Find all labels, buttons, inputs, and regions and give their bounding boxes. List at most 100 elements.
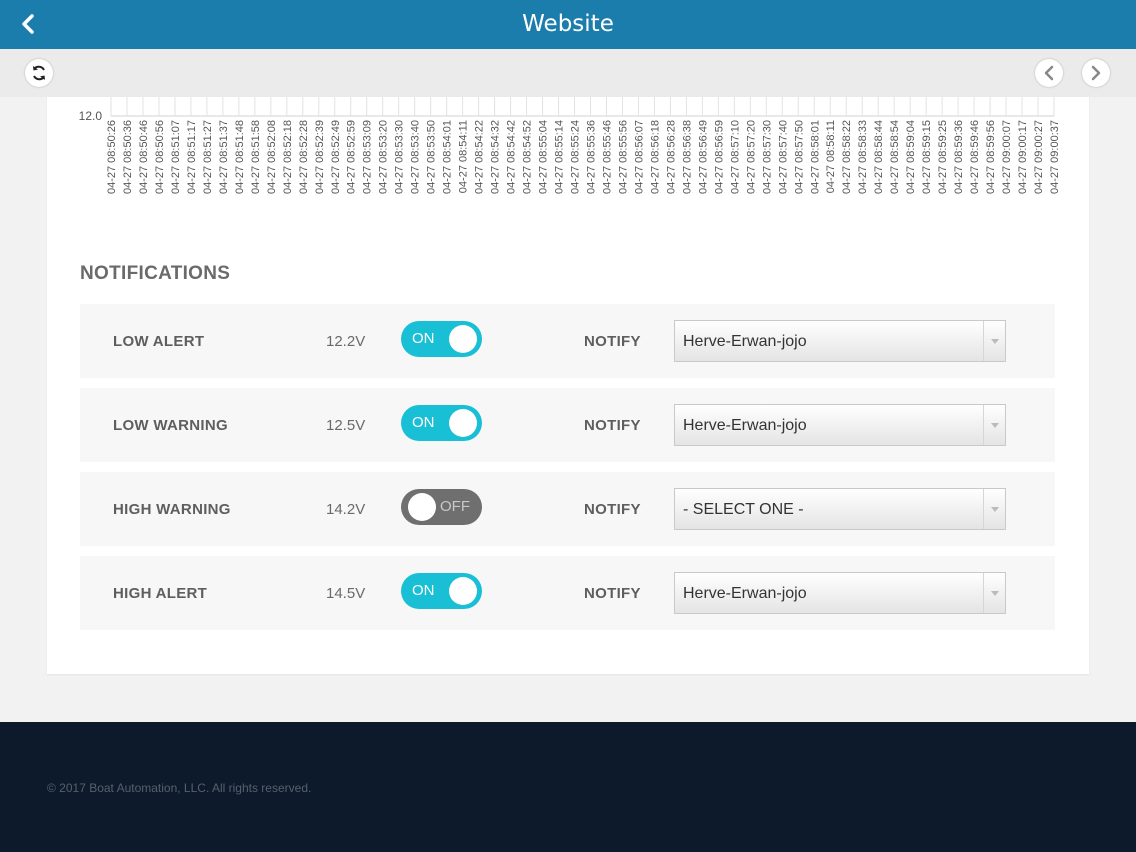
x-tick-label: 04-27 08:57:50 bbox=[793, 120, 805, 194]
x-tick-label: 04-27 08:53:50 bbox=[426, 120, 438, 194]
x-tick-label: 04-27 08:50:56 bbox=[154, 120, 166, 194]
notify-label: NOTIFY bbox=[584, 333, 641, 350]
toggle-label: ON bbox=[412, 414, 435, 431]
x-tick-label: 04-27 08:52:18 bbox=[282, 120, 294, 194]
row-voltage: 12.2V bbox=[326, 333, 366, 350]
next-button[interactable] bbox=[1082, 59, 1110, 87]
voltage-chart: 12.004-27 08:50:26 04-27 08:50:36 04-27 08… bbox=[79, 97, 1061, 194]
x-tick-label: 04-27 08:58:54 bbox=[889, 120, 901, 194]
x-tick-label: 04-27 08:55:36 bbox=[585, 120, 597, 194]
toggle-knob bbox=[449, 577, 477, 605]
select-value: Herve-Erwan-jojo bbox=[683, 417, 807, 434]
caret-down-icon bbox=[983, 573, 1005, 613]
x-tick-label: 04-27 08:58:33 bbox=[857, 120, 869, 194]
chevron-left-icon bbox=[1044, 65, 1054, 81]
x-tick-label: 04-27 09:00:37 bbox=[1049, 120, 1061, 194]
x-tick-label: 04-27 08:53:09 bbox=[362, 120, 374, 194]
previous-button[interactable] bbox=[1035, 59, 1063, 87]
x-tick-label: 04-27 08:59:25 bbox=[937, 120, 949, 194]
x-tick-label: 04-27 08:57:20 bbox=[745, 120, 757, 194]
chevron-right-icon bbox=[1091, 65, 1101, 81]
x-tick-label: 04-27 08:51:17 bbox=[186, 120, 198, 194]
x-tick-label: 04-27 08:53:20 bbox=[378, 120, 390, 194]
low-warning-notify-select[interactable]: Herve-Erwan-jojo bbox=[674, 404, 1006, 446]
x-tick-label: 04-27 08:55:04 bbox=[538, 120, 550, 194]
x-tick-label: 04-27 08:53:40 bbox=[410, 120, 422, 194]
toggle-knob bbox=[449, 409, 477, 437]
high-warning-toggle[interactable]: OFF bbox=[401, 489, 482, 525]
x-tick-label: 04-27 08:56:38 bbox=[681, 120, 693, 194]
caret-down-icon bbox=[983, 489, 1005, 529]
x-tick-label: 04-27 08:58:11 bbox=[825, 120, 837, 193]
high-warning-notify-select[interactable]: - SELECT ONE - bbox=[674, 488, 1006, 530]
caret-down-icon bbox=[983, 321, 1005, 361]
x-tick-label: 04-27 08:54:42 bbox=[506, 120, 518, 194]
x-tick-label: 04-27 08:59:36 bbox=[953, 120, 965, 194]
toggle-label: OFF bbox=[440, 498, 470, 515]
row-label: LOW WARNING bbox=[113, 417, 228, 434]
toggle-label: ON bbox=[412, 582, 435, 599]
x-tick-label: 04-27 08:51:48 bbox=[234, 120, 246, 194]
x-tick-label: 04-27 08:51:07 bbox=[170, 120, 182, 194]
x-tick-label: 04-27 08:57:30 bbox=[761, 120, 773, 194]
x-tick-label: 04-27 08:51:37 bbox=[218, 120, 230, 194]
copyright-text: © 2017 Boat Automation, LLC. All rights … bbox=[47, 781, 312, 795]
refresh-button[interactable] bbox=[25, 59, 53, 87]
x-tick-label: 04-27 08:58:22 bbox=[841, 120, 853, 194]
x-tick-label: 04-27 08:54:32 bbox=[490, 120, 502, 194]
x-tick-label: 04-27 08:52:59 bbox=[346, 120, 358, 194]
row-voltage: 12.5V bbox=[326, 417, 366, 434]
toggle-label: ON bbox=[412, 330, 435, 347]
x-tick-label: 04-27 08:58:44 bbox=[873, 120, 885, 194]
notify-label: NOTIFY bbox=[584, 501, 641, 518]
x-tick-label: 04-27 08:55:24 bbox=[570, 120, 582, 194]
row-label: LOW ALERT bbox=[113, 333, 205, 350]
x-tick-label: 04-27 08:55:46 bbox=[601, 120, 613, 194]
low-alert-notify-select[interactable]: Herve-Erwan-jojo bbox=[674, 320, 1006, 362]
toggle-knob bbox=[408, 493, 436, 521]
x-tick-label: 04-27 08:59:15 bbox=[921, 120, 933, 194]
row-label: HIGH WARNING bbox=[113, 501, 231, 518]
notification-row-high-alert: HIGH ALERT 14.5V ON NOTIFY Herve-Erwan-j… bbox=[80, 556, 1055, 630]
toggle-knob bbox=[449, 325, 477, 353]
x-tick-label: 04-27 08:54:22 bbox=[474, 120, 486, 194]
x-tick-label: 04-27 08:50:26 bbox=[106, 120, 118, 194]
notification-row-low-alert: LOW ALERT 12.2V ON NOTIFY Herve-Erwan-jo… bbox=[80, 304, 1055, 378]
x-tick-label: 04-27 08:56:28 bbox=[665, 120, 677, 194]
content-card: 12.0 04-27 08:50:26 04-27 08:50:36 04-27 08… bbox=[47, 97, 1089, 674]
select-value: - SELECT ONE - bbox=[683, 501, 804, 518]
notification-row-low-warning: LOW WARNING 12.5V ON NOTIFY Herve-Erwan-… bbox=[80, 388, 1055, 462]
x-tick-label: 04-27 09:00:27 bbox=[1033, 120, 1045, 194]
x-tick-label: 04-27 08:53:30 bbox=[394, 120, 406, 194]
toolbar bbox=[0, 49, 1136, 97]
x-tick-label: 04-27 08:52:39 bbox=[314, 120, 326, 194]
page-footer: © 2017 Boat Automation, LLC. All rights … bbox=[0, 722, 1136, 852]
caret-down-icon bbox=[983, 405, 1005, 445]
high-alert-toggle[interactable]: ON bbox=[401, 573, 482, 609]
notifications-heading: NOTIFICATIONS bbox=[80, 263, 231, 284]
low-alert-toggle[interactable]: ON bbox=[401, 321, 482, 357]
row-label: HIGH ALERT bbox=[113, 585, 208, 602]
page-title: Website bbox=[522, 11, 614, 37]
app-header: Website bbox=[0, 0, 1136, 49]
x-tick-label: 04-27 08:51:27 bbox=[202, 120, 214, 194]
x-tick-label: 04-27 08:52:28 bbox=[298, 120, 310, 194]
x-tick-label: 04-27 08:56:18 bbox=[649, 120, 661, 194]
select-value: Herve-Erwan-jojo bbox=[683, 585, 807, 602]
high-alert-notify-select[interactable]: Herve-Erwan-jojo bbox=[674, 572, 1006, 614]
select-value: Herve-Erwan-jojo bbox=[683, 333, 807, 350]
x-tick-label: 04-27 08:55:14 bbox=[554, 120, 566, 194]
row-voltage: 14.2V bbox=[326, 501, 366, 518]
x-tick-label: 04-27 08:52:08 bbox=[266, 120, 278, 194]
x-tick-label: 04-27 08:50:46 bbox=[138, 120, 150, 194]
x-tick-label: 04-27 08:56:49 bbox=[697, 120, 709, 194]
x-tick-label: 04-27 08:56:07 bbox=[633, 120, 645, 194]
refresh-icon bbox=[33, 65, 45, 81]
x-tick-label: 04-27 08:57:10 bbox=[729, 120, 741, 194]
x-tick-label: 04-27 08:57:40 bbox=[777, 120, 789, 194]
x-tick-label: 04-27 08:59:56 bbox=[985, 120, 997, 194]
x-tick-label: 04-27 08:54:52 bbox=[522, 120, 534, 194]
x-tick-label: 04-27 08:51:58 bbox=[250, 120, 262, 194]
x-tick-label: 04-27 08:54:11 bbox=[458, 120, 470, 193]
low-warning-toggle[interactable]: ON bbox=[401, 405, 482, 441]
